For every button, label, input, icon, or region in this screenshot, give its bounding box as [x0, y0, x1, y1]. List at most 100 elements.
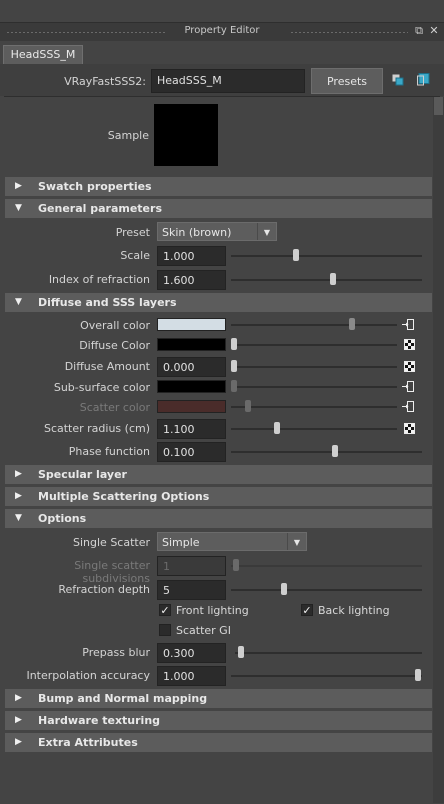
front-lighting-label: Front lighting: [176, 604, 249, 617]
section-options[interactable]: ▼ Options: [5, 509, 432, 528]
scatter-color-slider-handle[interactable]: [245, 400, 251, 412]
subsurface-color-swatch[interactable]: [157, 380, 226, 393]
phase-function-label: Phase function: [68, 445, 150, 458]
section-general-parameters[interactable]: ▼ General parameters: [5, 199, 432, 218]
scatter-radius-label: Scatter radius (cm): [43, 422, 150, 435]
interpolation-accuracy-label: Interpolation accuracy: [26, 669, 150, 682]
sample-swatch[interactable]: [154, 104, 218, 166]
subdivisions-label: Single scatter subdivisions: [74, 559, 150, 585]
single-scatter-dropdown[interactable]: Simple ▼: [157, 532, 307, 551]
chevron-down-icon: ▼: [257, 223, 276, 240]
scale-slider-track[interactable]: [231, 255, 422, 257]
interpolation-accuracy-slider-handle[interactable]: [415, 669, 421, 681]
back-lighting-checkbox[interactable]: ✓: [301, 604, 313, 616]
diffuse-color-label: Diffuse Color: [79, 339, 150, 352]
diffuse-amount-field[interactable]: 0.000: [157, 357, 226, 377]
expand-arrow-icon: ▶: [15, 491, 22, 501]
overall-color-slider-track[interactable]: [231, 324, 397, 326]
select-node-icon[interactable]: [417, 73, 430, 86]
preset-label: Preset: [115, 226, 150, 239]
subdivisions-slider-handle[interactable]: [233, 559, 239, 571]
diffuse-color-slider-handle[interactable]: [231, 338, 237, 350]
copy-tab-icon[interactable]: [392, 74, 404, 86]
prepass-blur-slider-track[interactable]: [235, 652, 422, 654]
float-window-icon[interactable]: ⧉: [413, 25, 425, 37]
expand-arrow-icon: ▶: [15, 737, 22, 747]
section-bump-normal[interactable]: ▶ Bump and Normal mapping: [5, 689, 432, 708]
expand-arrow-icon: ▶: [15, 181, 22, 191]
phase-function-field[interactable]: 0.100: [157, 442, 226, 462]
checker-map-icon[interactable]: [404, 339, 415, 350]
presets-button[interactable]: Presets: [311, 68, 383, 94]
scatter-gi-label: Scatter GI: [176, 624, 231, 637]
diffuse-amount-label: Diffuse Amount: [64, 360, 150, 373]
single-scatter-label: Single Scatter: [73, 536, 150, 549]
expand-arrow-icon: ▶: [15, 693, 22, 703]
prepass-blur-label: Prepass blur: [82, 646, 150, 659]
ior-label: Index of refraction: [48, 273, 150, 286]
refraction-depth-label: Refraction depth: [58, 583, 150, 596]
scale-label: Scale: [120, 249, 150, 262]
preset-dropdown[interactable]: Skin (brown) ▼: [157, 222, 277, 241]
chevron-down-icon: ▼: [287, 533, 306, 550]
node-name-field[interactable]: HeadSSS_M: [151, 69, 305, 93]
scale-field[interactable]: 1.000: [157, 246, 226, 266]
overall-color-swatch[interactable]: [157, 318, 226, 331]
back-lighting-label: Back lighting: [318, 604, 390, 617]
section-specular-layer[interactable]: ▶ Specular layer: [5, 465, 432, 484]
collapse-arrow-icon: ▼: [15, 513, 22, 523]
diffuse-color-slider-track[interactable]: [231, 344, 397, 346]
diffuse-amount-slider-handle[interactable]: [231, 360, 237, 372]
close-icon[interactable]: ✕: [428, 25, 440, 37]
connect-input-icon[interactable]: [402, 381, 414, 392]
scrollbar-thumb[interactable]: [434, 97, 443, 115]
section-hardware-texturing[interactable]: ▶ Hardware texturing: [5, 711, 432, 730]
refraction-depth-slider-track[interactable]: [231, 589, 422, 591]
overall-color-label: Overall color: [80, 319, 150, 332]
subdivisions-field[interactable]: 1: [157, 556, 226, 576]
subdivisions-slider-track[interactable]: [231, 565, 422, 567]
section-multiple-scattering[interactable]: ▶ Multiple Scattering Options: [5, 487, 432, 506]
scatter-color-swatch[interactable]: [157, 400, 226, 413]
header-separator: [4, 96, 440, 97]
refraction-depth-slider-handle[interactable]: [281, 583, 287, 595]
prepass-blur-slider-handle[interactable]: [238, 646, 244, 658]
scatter-gi-checkbox[interactable]: [159, 624, 171, 636]
expand-arrow-icon: ▶: [15, 715, 22, 725]
scatter-radius-field[interactable]: 1.100: [157, 419, 226, 439]
diffuse-amount-slider-track[interactable]: [231, 366, 397, 368]
collapse-arrow-icon: ▼: [15, 297, 22, 307]
section-extra-attributes[interactable]: ▶ Extra Attributes: [5, 733, 432, 752]
prepass-blur-field[interactable]: 0.300: [157, 643, 226, 663]
interpolation-accuracy-field[interactable]: 1.000: [157, 666, 226, 686]
scrollbar[interactable]: [433, 97, 444, 803]
window-title: Property Editor: [184, 25, 260, 36]
subsurface-color-label: Sub-surface color: [53, 381, 150, 394]
collapse-arrow-icon: ▼: [15, 203, 22, 213]
section-diffuse-sss[interactable]: ▼ Diffuse and SSS layers: [5, 293, 432, 312]
interpolation-accuracy-slider-track[interactable]: [231, 675, 422, 677]
scatter-radius-slider-handle[interactable]: [274, 422, 280, 434]
front-lighting-checkbox[interactable]: ✓: [159, 604, 171, 616]
connect-input-icon[interactable]: [402, 401, 414, 412]
phase-function-slider-handle[interactable]: [332, 445, 338, 457]
phase-function-slider-track[interactable]: [231, 451, 422, 453]
section-swatch-properties[interactable]: ▶ Swatch properties: [5, 177, 432, 196]
subsurface-slider-track[interactable]: [231, 386, 397, 388]
scatter-radius-slider-track[interactable]: [231, 428, 397, 430]
ior-slider-handle[interactable]: [330, 273, 336, 285]
scale-slider-handle[interactable]: [293, 249, 299, 261]
node-type-label: VRayFastSSS2:: [64, 75, 146, 88]
ior-field[interactable]: 1.600: [157, 270, 226, 290]
checker-map-icon[interactable]: [404, 423, 415, 434]
overall-color-slider-handle[interactable]: [349, 318, 355, 330]
refraction-depth-field[interactable]: 5: [157, 580, 226, 600]
connect-input-icon[interactable]: [402, 319, 414, 330]
subsurface-slider-handle[interactable]: [231, 380, 237, 392]
scatter-color-slider-track[interactable]: [231, 406, 397, 408]
diffuse-color-swatch[interactable]: [157, 338, 226, 351]
tab-headsss-m[interactable]: HeadSSS_M: [3, 45, 83, 64]
expand-arrow-icon: ▶: [15, 469, 22, 479]
checker-map-icon[interactable]: [404, 361, 415, 372]
ior-slider-track[interactable]: [231, 279, 422, 281]
